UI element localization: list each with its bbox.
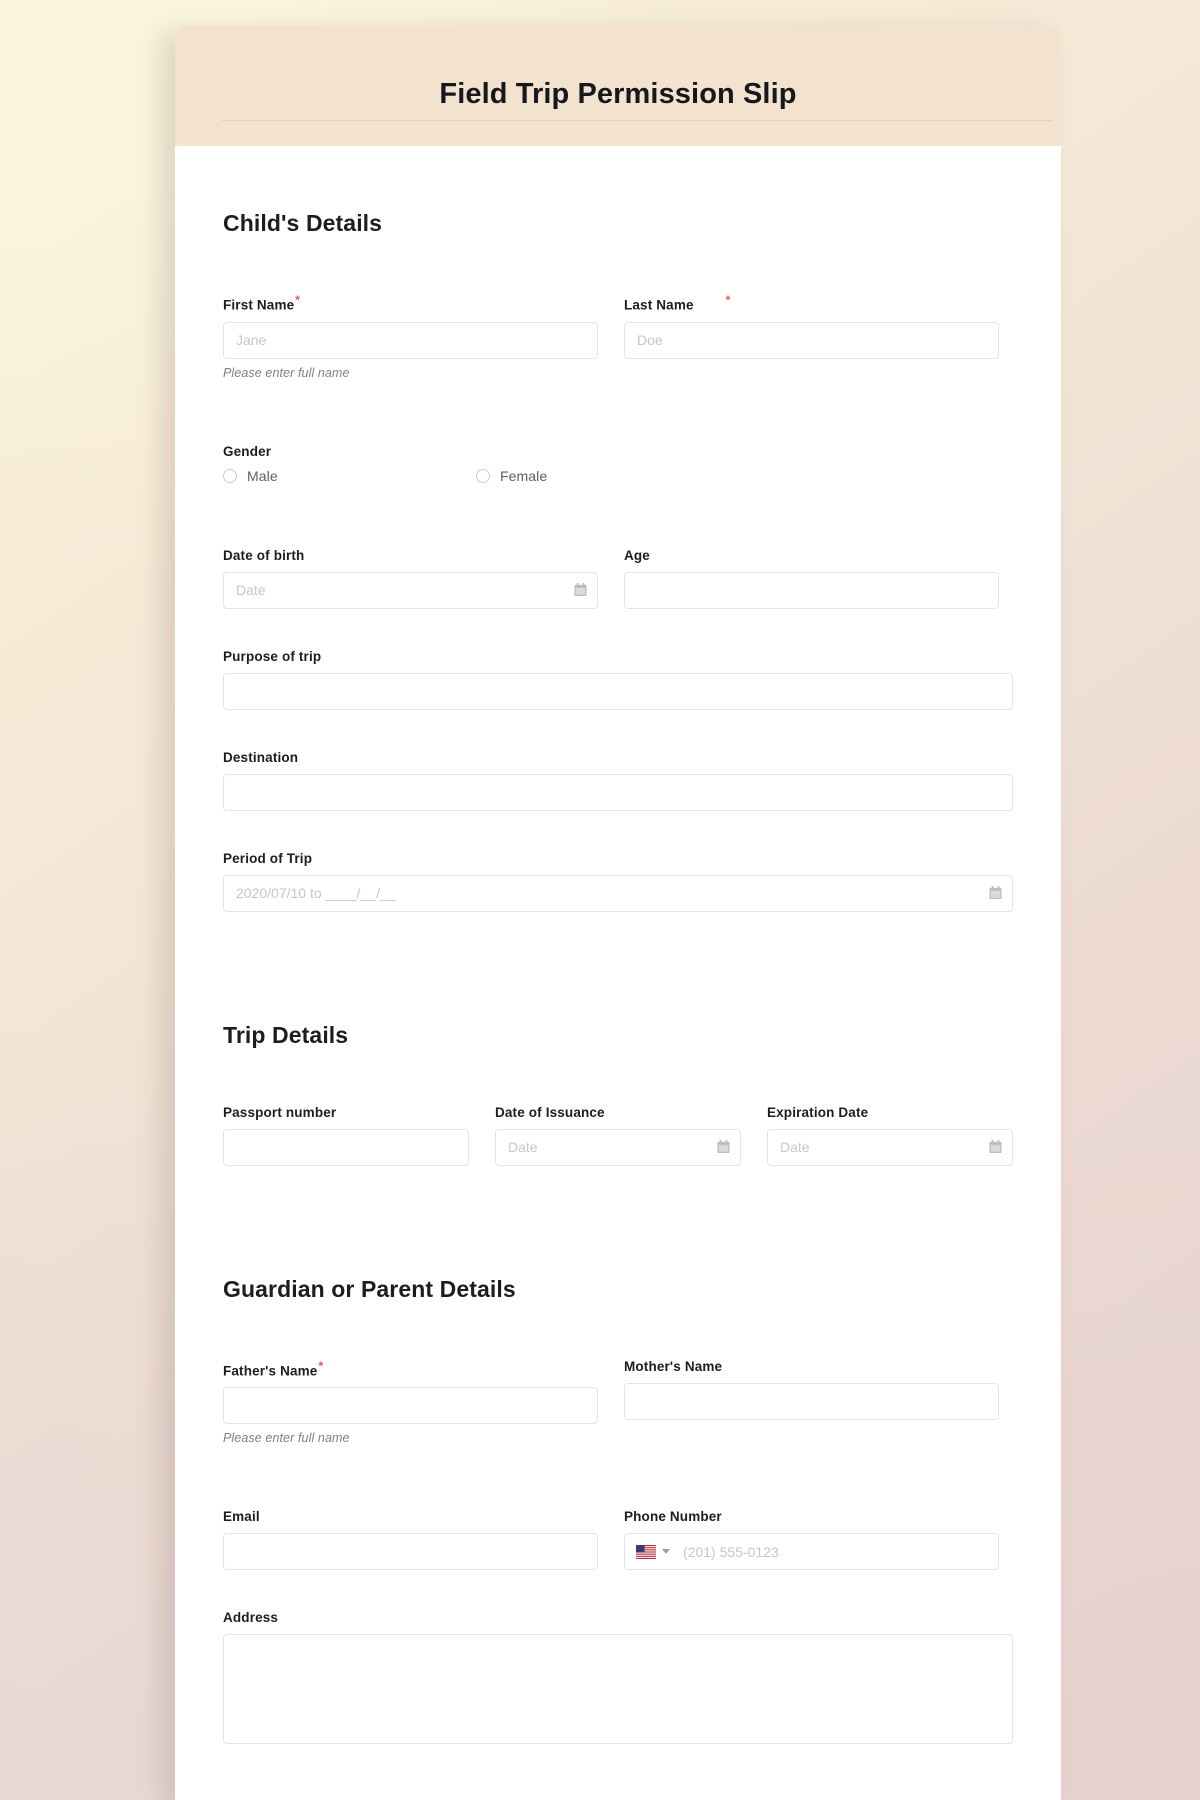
radio-label-female: Female	[500, 467, 548, 484]
required-asterisk-first-name: *	[295, 293, 301, 307]
field-gender: Gender Male Female	[223, 444, 1013, 484]
date-of-issuance-wrapper	[495, 1128, 741, 1166]
date-of-issuance-input[interactable]	[495, 1128, 741, 1166]
first-name-input[interactable]	[223, 321, 598, 359]
row-child-name: First Name* Please enter full name Last …	[223, 293, 1013, 380]
label-gender: Gender	[223, 443, 272, 459]
age-input[interactable]	[624, 571, 999, 609]
field-last-name: Last Name *	[624, 293, 999, 359]
section-title-trip-details: Trip Details	[223, 1021, 349, 1048]
destination-input[interactable]	[223, 773, 1013, 811]
form-body: Child's Details First Name* Please enter…	[175, 146, 1061, 1749]
row-dob-age: Date of birth Age	[223, 548, 1013, 609]
label-last-name-text: Last Name	[624, 297, 694, 313]
field-email: Email	[223, 1509, 598, 1570]
purpose-of-trip-input[interactable]	[223, 672, 1013, 710]
country-code-selector[interactable]	[625, 1534, 679, 1569]
page-background: Field Trip Permission Slip Child's Detai…	[0, 0, 1200, 1800]
header-divider	[222, 120, 1053, 121]
field-purpose-of-trip: Purpose of trip	[223, 649, 1013, 710]
radio-option-male[interactable]: Male	[223, 468, 476, 484]
label-destination: Destination	[223, 749, 299, 765]
row-parent-names: Father's Name* Please enter full name Mo…	[223, 1359, 1013, 1445]
radio-circle-female-icon[interactable]	[476, 468, 490, 483]
fathers-name-input[interactable]	[223, 1387, 598, 1424]
phone-number-input[interactable]	[679, 1534, 998, 1569]
period-of-trip-input[interactable]	[223, 874, 1013, 912]
label-purpose-of-trip: Purpose of trip	[223, 648, 322, 664]
label-date-of-birth: Date of birth	[223, 547, 305, 563]
label-expiration-date: Expiration Date	[767, 1104, 869, 1120]
row-period-of-trip: Period of Trip	[223, 851, 1013, 912]
row-email-phone: Email Phone Number	[223, 1509, 1013, 1570]
expiration-date-wrapper	[767, 1128, 1013, 1166]
label-age: Age	[624, 547, 650, 563]
us-flag-icon	[636, 1544, 656, 1559]
label-address: Address	[223, 1610, 279, 1625]
field-address: Address	[223, 1610, 1013, 1749]
form-header: Field Trip Permission Slip	[175, 26, 1061, 146]
section-title-guardian-details: Guardian or Parent Details	[223, 1275, 516, 1302]
form-card: Field Trip Permission Slip Child's Detai…	[175, 26, 1061, 1800]
hint-first-name: Please enter full name	[223, 365, 350, 380]
radio-option-female[interactable]: Female	[476, 468, 729, 484]
label-passport-number: Passport number	[223, 1104, 337, 1120]
row-gender: Gender Male Female	[223, 444, 1013, 484]
date-of-birth-input[interactable]	[223, 571, 598, 609]
radio-circle-male-icon[interactable]	[223, 468, 237, 483]
field-date-of-birth: Date of birth	[223, 548, 598, 609]
radio-label-male: Male	[247, 467, 278, 484]
field-first-name: First Name* Please enter full name	[223, 293, 598, 380]
label-fathers-name: Father's Name*	[223, 1359, 598, 1379]
label-period-of-trip: Period of Trip	[223, 850, 313, 866]
label-phone-number: Phone Number	[624, 1509, 722, 1524]
row-address: Address	[223, 1610, 1013, 1749]
row-destination: Destination	[223, 750, 1013, 811]
required-asterisk-fathers-name: *	[318, 1358, 324, 1373]
last-name-input[interactable]	[624, 321, 999, 359]
required-asterisk-last-name: *	[725, 293, 731, 307]
email-input[interactable]	[223, 1533, 598, 1570]
section-title-child-details: Child's Details	[223, 210, 383, 236]
row-passport: Passport number Date of Issuance Date Ex…	[223, 1105, 1013, 1166]
period-of-trip-wrapper	[223, 874, 1013, 912]
gender-radio-group: Male Female	[223, 468, 1013, 484]
field-phone-number: Phone Number	[624, 1509, 999, 1570]
passport-number-input[interactable]	[223, 1128, 469, 1166]
field-age: Age	[624, 548, 999, 609]
field-passport-number: Passport number	[223, 1105, 469, 1166]
label-first-name-text: First Name	[223, 297, 295, 313]
field-date-of-issuance: Date of Issuance	[495, 1105, 741, 1166]
chevron-down-icon	[662, 1549, 670, 1554]
date-of-birth-wrapper	[223, 571, 598, 609]
field-fathers-name: Father's Name* Please enter full name	[223, 1359, 598, 1445]
label-last-name: Last Name *	[624, 293, 999, 313]
label-mothers-name: Mother's Name	[624, 1358, 723, 1374]
mothers-name-input[interactable]	[624, 1382, 999, 1420]
page-title: Field Trip Permission Slip	[439, 78, 797, 110]
field-period-of-trip: Period of Trip	[223, 851, 1013, 912]
field-destination: Destination	[223, 750, 1013, 811]
expiration-date-input[interactable]	[767, 1128, 1013, 1166]
address-textarea[interactable]	[223, 1634, 1013, 1744]
row-purpose: Purpose of trip	[223, 649, 1013, 710]
label-fathers-name-text: Father's Name	[223, 1363, 318, 1378]
label-date-of-issuance: Date of Issuance	[495, 1104, 605, 1120]
field-mothers-name: Mother's Name	[624, 1359, 999, 1420]
label-first-name: First Name*	[223, 293, 598, 313]
hint-fathers-name: Please enter full name	[223, 1431, 350, 1445]
field-expiration-date: Expiration Date	[767, 1105, 1013, 1166]
phone-number-wrapper	[624, 1533, 999, 1570]
label-email: Email	[223, 1509, 260, 1524]
